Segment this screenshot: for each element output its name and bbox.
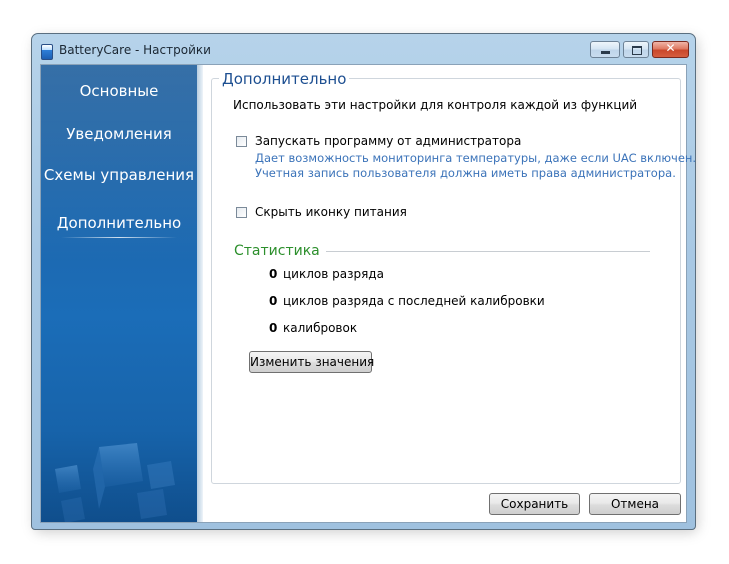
sidebar-item-basic[interactable]: Основные: [41, 82, 197, 100]
decorative-cubes-image: [55, 443, 175, 522]
client-area: Основные Уведомления Схемы управления До…: [40, 64, 695, 523]
maximize-icon: [632, 46, 642, 55]
window-title: BatteryCare - Настройки: [59, 43, 211, 57]
hide-icon-label[interactable]: Скрыть иконку питания: [255, 205, 407, 219]
calibrations-label: калибровок: [283, 321, 358, 335]
run-as-admin-label[interactable]: Запускать программу от администратора: [255, 134, 521, 148]
battery-icon: [41, 44, 53, 60]
hide-icon-checkbox[interactable]: [236, 207, 247, 218]
sidebar-item-power-schemes[interactable]: Схемы управления: [41, 166, 197, 184]
intro-text: Использовать эти настройки для контроля …: [233, 98, 638, 112]
run-as-admin-hint-1: Дает возможность мониторинга температуры…: [255, 151, 696, 165]
save-button[interactable]: Сохранить: [489, 493, 580, 515]
section-title: Дополнительно: [219, 70, 350, 88]
settings-window: BatteryCare - Настройки ✕ Основные Уведо…: [31, 33, 696, 530]
minimize-icon: [601, 51, 610, 54]
title-bar[interactable]: BatteryCare - Настройки ✕: [32, 34, 695, 64]
sidebar-item-notifications[interactable]: Уведомления: [41, 125, 197, 143]
sidebar-divider: [197, 65, 203, 522]
discharge-cycles-label: циклов разряда: [283, 267, 384, 281]
cancel-button[interactable]: Отмена: [589, 493, 681, 515]
sidebar: Основные Уведомления Схемы управления До…: [41, 65, 197, 522]
minimize-button[interactable]: [590, 41, 620, 58]
sidebar-item-advanced[interactable]: Дополнительно: [41, 214, 197, 238]
stats-title: Статистика: [234, 243, 326, 259]
close-icon: ✕: [665, 41, 676, 55]
discharge-cycles-value: 0: [269, 267, 278, 281]
calibrations-value: 0: [269, 321, 278, 335]
run-as-admin-checkbox[interactable]: [236, 136, 247, 147]
cycles-since-calibration-value: 0: [269, 294, 278, 308]
edit-values-button[interactable]: Изменить значения: [249, 351, 374, 373]
cycles-since-calibration-label: циклов разряда с последней калибровки: [283, 294, 545, 308]
close-button[interactable]: ✕: [652, 41, 689, 58]
run-as-admin-hint-2: Учетная запись пользователя должна иметь…: [255, 166, 676, 180]
maximize-button[interactable]: [623, 41, 649, 58]
